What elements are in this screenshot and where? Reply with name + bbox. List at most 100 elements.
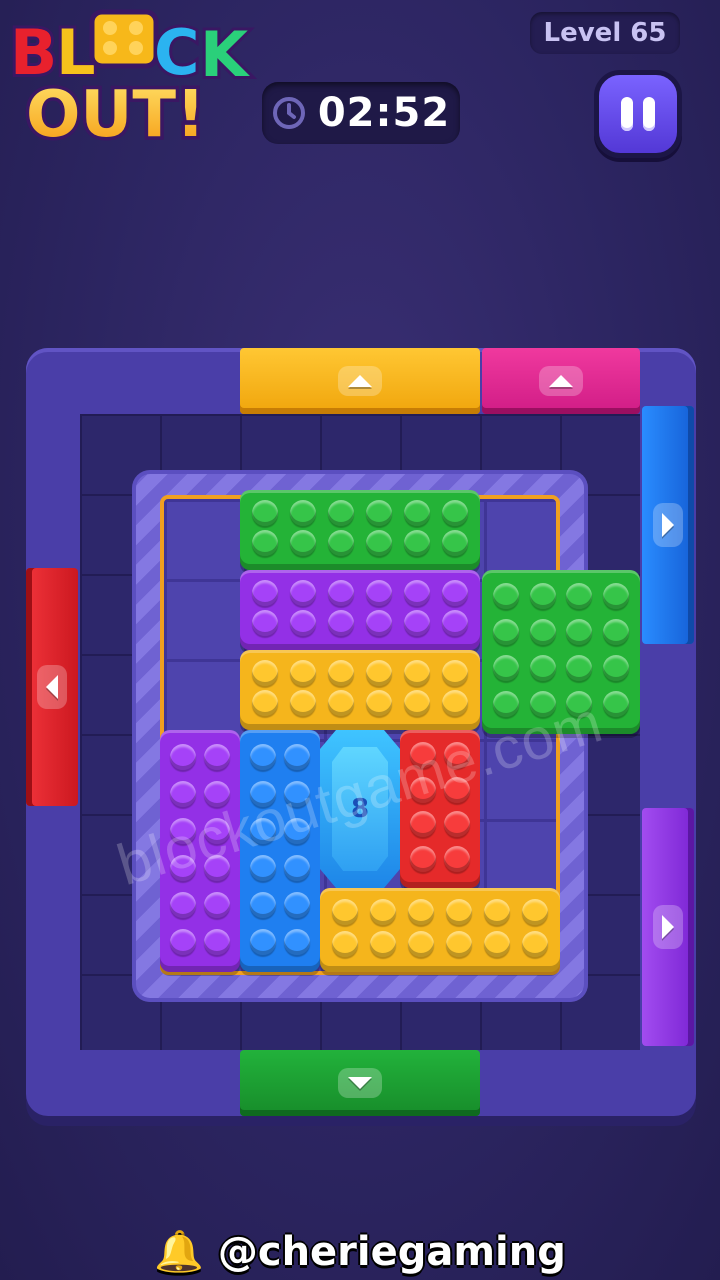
credit-handle: @cheriegaming [217, 1229, 566, 1275]
lego-stud [442, 500, 468, 526]
gem-face: 8 [332, 747, 388, 871]
block-red[interactable] [400, 730, 480, 888]
lego-stud [250, 928, 276, 955]
lego-stud [442, 580, 468, 606]
lego-stud [410, 811, 436, 838]
lego-stud [170, 780, 196, 807]
arrow-up-icon [338, 366, 382, 396]
arrow-right-icon [653, 905, 683, 949]
lego-stud [370, 931, 396, 957]
lego-stud [408, 931, 434, 957]
block-yellow-bottom[interactable] [320, 888, 560, 972]
lego-stud [284, 743, 310, 770]
lego-stud [250, 743, 276, 770]
lego-stud [602, 583, 629, 609]
lego-stud [493, 691, 520, 717]
lego-stud [522, 931, 548, 957]
lego-stud [522, 899, 548, 925]
lego-stud [250, 780, 276, 807]
lego-stud [252, 690, 278, 716]
lego-stud [493, 583, 520, 609]
lego-stud [404, 660, 430, 686]
lego-stud [529, 583, 556, 609]
lego-stud [328, 690, 354, 716]
lego-stud [170, 891, 196, 918]
lego-stud [250, 891, 276, 918]
lego-stud [290, 530, 316, 556]
lego-stud [252, 660, 278, 686]
lego-stud [366, 690, 392, 716]
level-label: Level 65 [543, 18, 667, 48]
arrow-right-icon [653, 503, 683, 547]
lego-stud [252, 580, 278, 606]
lego-stud [404, 500, 430, 526]
lego-stud [170, 817, 196, 844]
gem-block[interactable]: 8 [320, 730, 400, 888]
lego-stud [170, 743, 196, 770]
lego-stud [404, 690, 430, 716]
lego-stud [290, 690, 316, 716]
gate-bottom-green [240, 1050, 480, 1116]
lego-stud [290, 610, 316, 636]
lego-stud [446, 899, 472, 925]
lego-stud [366, 610, 392, 636]
lego-stud [444, 742, 470, 769]
arrow-down-icon [338, 1068, 382, 1098]
lego-stud [566, 619, 593, 645]
block-green-square[interactable] [482, 570, 640, 734]
lego-stud [250, 854, 276, 881]
lego-stud [328, 660, 354, 686]
logo-graphic: B L C K OUT! [7, 9, 253, 156]
lego-stud [484, 931, 510, 957]
lego-stud [529, 619, 556, 645]
svg-text:OUT!: OUT! [26, 78, 205, 152]
lego-stud [493, 655, 520, 681]
arrow-up-icon [539, 366, 583, 396]
gate-right-purple [642, 808, 694, 1046]
lego-stud [332, 899, 358, 925]
lego-stud [404, 610, 430, 636]
lego-stud [404, 530, 430, 556]
lego-stud [408, 899, 434, 925]
gate-left-red [26, 568, 78, 806]
lego-stud [410, 776, 436, 803]
lego-stud [328, 500, 354, 526]
lego-stud [602, 619, 629, 645]
block-green-top[interactable] [240, 490, 480, 570]
block-yellow-middle[interactable] [240, 650, 480, 730]
lego-stud [204, 780, 230, 807]
pause-icon [621, 97, 655, 131]
lego-stud [328, 580, 354, 606]
lego-stud [332, 931, 358, 957]
lego-stud [366, 530, 392, 556]
block-purple-tall[interactable] [160, 730, 240, 972]
gem-moves-counter: 8 [350, 794, 370, 824]
lego-stud [442, 610, 468, 636]
lego-stud [170, 928, 196, 955]
lego-stud [290, 580, 316, 606]
lego-stud [284, 854, 310, 881]
lego-stud [370, 899, 396, 925]
level-badge: Level 65 [530, 12, 680, 54]
pause-button[interactable] [594, 70, 682, 158]
block-blue-tall[interactable] [240, 730, 320, 972]
clock-icon [272, 97, 305, 129]
block-purple-wide[interactable] [240, 570, 480, 650]
lego-stud [529, 655, 556, 681]
lego-stud [252, 500, 278, 526]
lego-stud [204, 854, 230, 881]
lego-stud [204, 891, 230, 918]
gate-top-pink [482, 348, 640, 414]
lego-stud [442, 530, 468, 556]
lego-stud [410, 742, 436, 769]
lego-stud [444, 845, 470, 872]
lego-stud [170, 854, 196, 881]
lego-stud [204, 743, 230, 770]
lego-stud [602, 655, 629, 681]
game-logo: B L C K OUT! [4, 2, 266, 156]
lego-stud [444, 776, 470, 803]
lego-stud [204, 928, 230, 955]
lego-stud [290, 500, 316, 526]
lego-stud [566, 655, 593, 681]
lego-stud [446, 931, 472, 957]
